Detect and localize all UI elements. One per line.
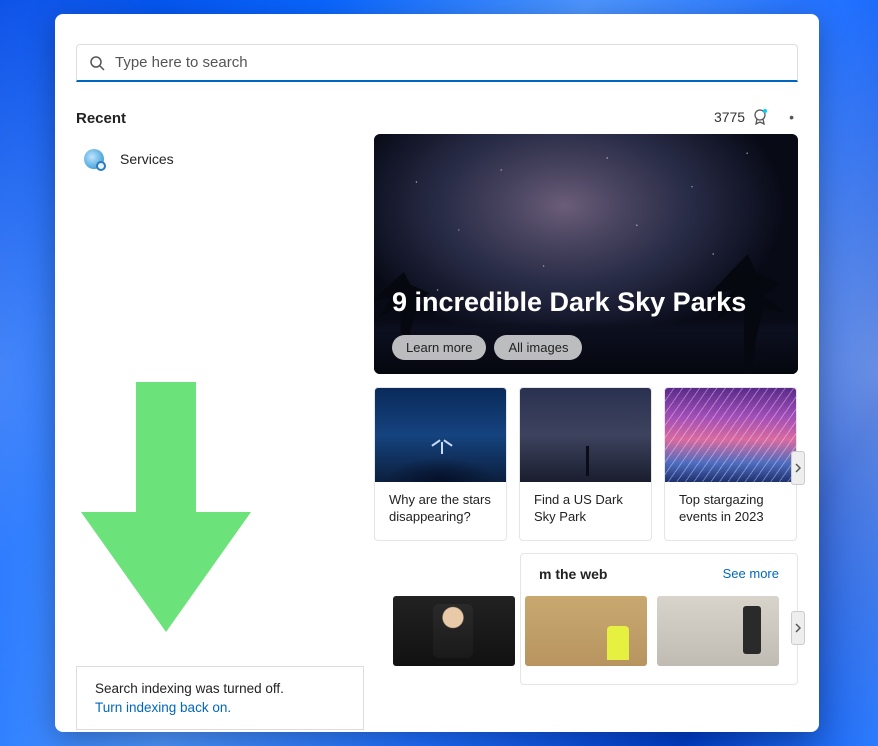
services-icon (84, 149, 104, 169)
search-box[interactable] (76, 44, 798, 82)
recent-item-label: Services (120, 151, 174, 167)
annotation-arrow (81, 382, 251, 642)
search-flyout-panel: Recent Services Search indexing was turn… (55, 14, 819, 732)
from-the-web-section: m the web See more (520, 553, 798, 685)
card-text: Top stargazing events in 2023 (665, 482, 796, 540)
indexing-turn-on-link[interactable]: Turn indexing back on. (95, 700, 345, 715)
rewards-points: 3775 (714, 109, 745, 125)
card-image (665, 388, 796, 482)
all-images-button[interactable]: All images (494, 335, 582, 360)
learn-more-button[interactable]: Learn more (392, 335, 486, 360)
card-text: Why are the stars disappearing? (375, 482, 506, 540)
search-icon (89, 55, 105, 71)
from-the-web-title: m the web (539, 566, 607, 582)
indexing-message: Search indexing was turned off. (95, 681, 345, 696)
card-stargazing-events[interactable]: Top stargazing events in 2023 (664, 387, 797, 541)
recent-header: Recent (76, 110, 362, 127)
left-column: Recent Services Search indexing was turn… (76, 102, 362, 730)
chevron-right-icon (795, 623, 801, 633)
rewards-medal-icon (751, 108, 769, 126)
recent-item-services[interactable]: Services (84, 149, 362, 169)
right-column: 3775 • 9 incredible Dark Sky Parks Learn… (374, 102, 798, 730)
cards-scroll-right-button[interactable] (791, 451, 805, 485)
see-more-link[interactable]: See more (723, 566, 779, 581)
chevron-right-icon (795, 463, 801, 473)
search-input[interactable] (115, 54, 785, 71)
overflow-dot[interactable]: • (789, 109, 794, 125)
card-text: Find a US Dark Sky Park (520, 482, 651, 540)
hero-title: 9 incredible Dark Sky Parks (392, 287, 746, 318)
card-image (375, 388, 506, 482)
card-find-dark-sky-park[interactable]: Find a US Dark Sky Park (519, 387, 652, 541)
related-cards-row: Why are the stars disappearing? Find a U… (374, 387, 798, 541)
web-thumb-3[interactable] (657, 596, 779, 666)
rewards-indicator[interactable]: 3775 • (714, 108, 794, 126)
card-image (520, 388, 651, 482)
indexing-notice: Search indexing was turned off. Turn ind… (76, 666, 364, 730)
web-thumb-1[interactable] (393, 596, 515, 666)
web-thumb-2[interactable] (525, 596, 647, 666)
hero-card[interactable]: 9 incredible Dark Sky Parks Learn more A… (374, 134, 798, 374)
card-stars-disappearing[interactable]: Why are the stars disappearing? (374, 387, 507, 541)
web-scroll-right-button[interactable] (791, 611, 805, 645)
